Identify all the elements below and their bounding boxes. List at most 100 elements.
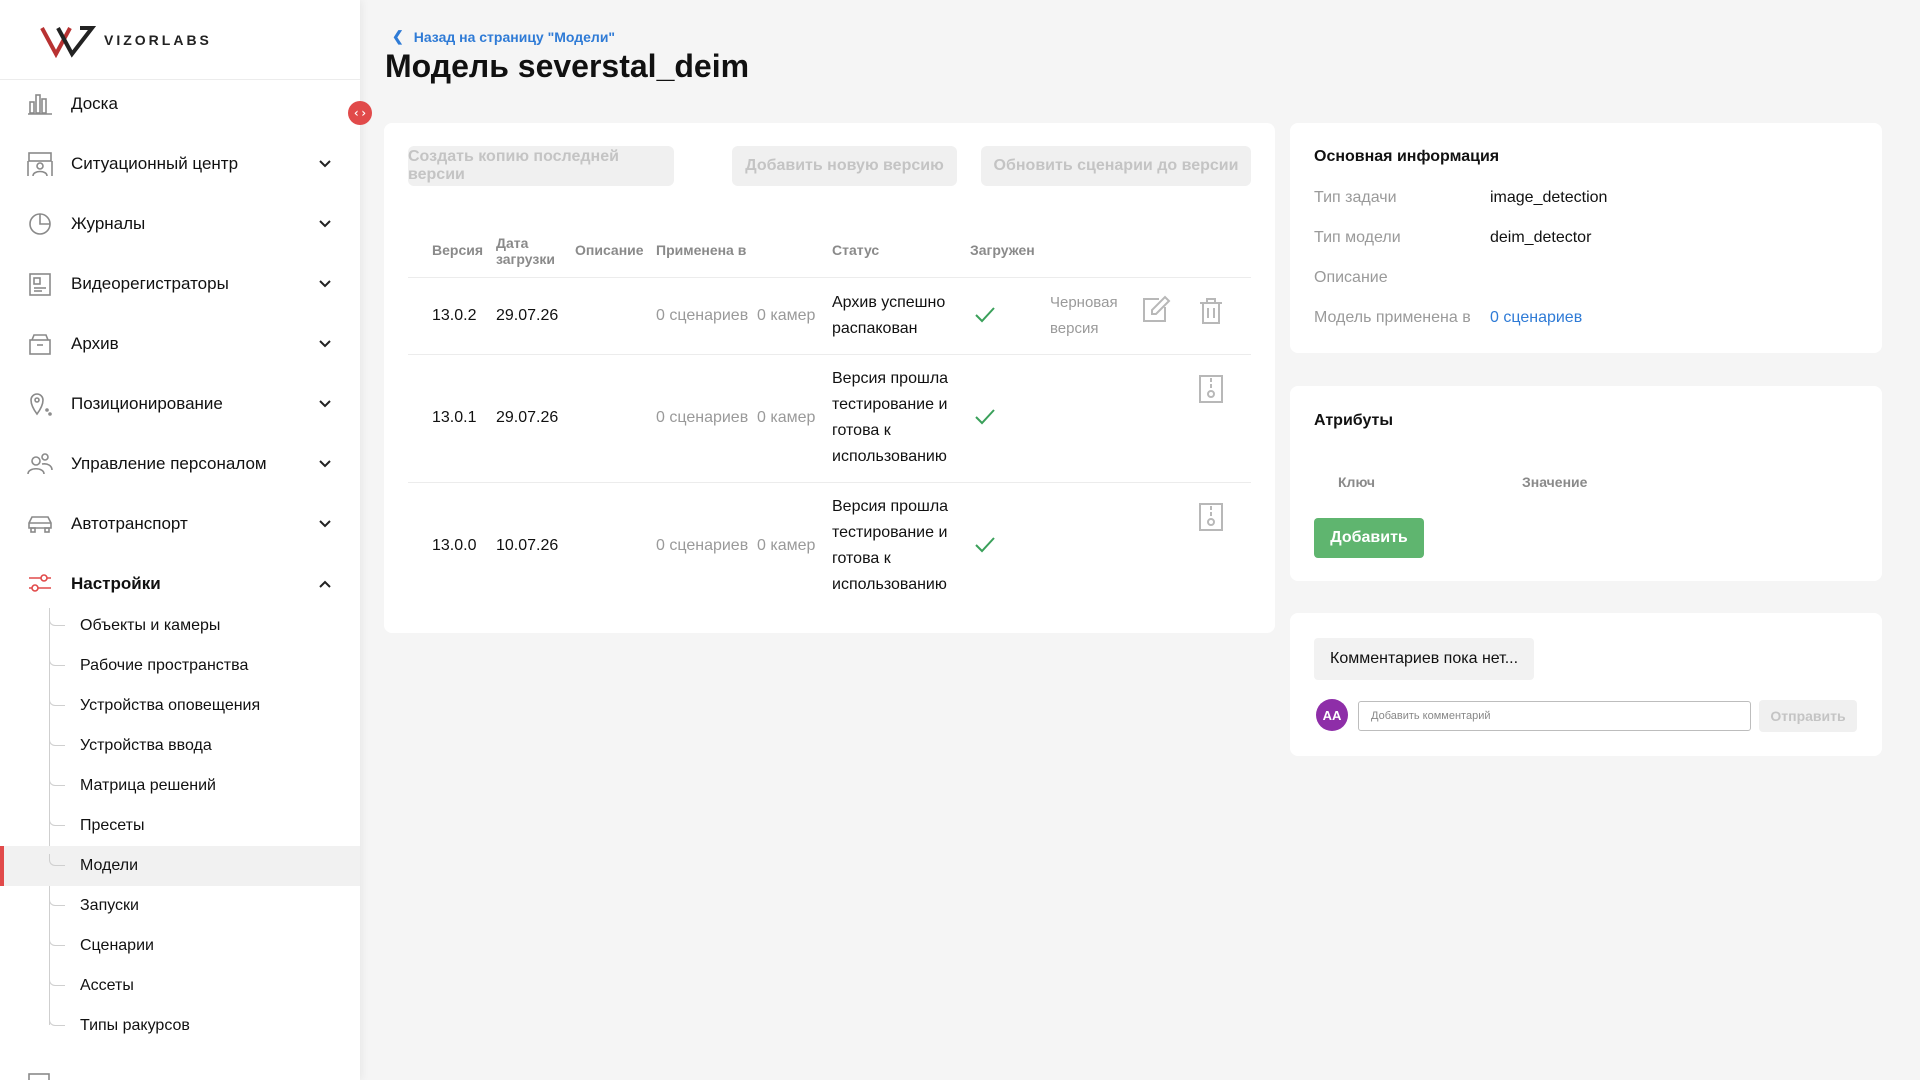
sidebar-item-label: Ситуационный центр xyxy=(71,154,239,173)
task-type-label: Тип задачи xyxy=(1314,189,1397,206)
sub-item-label: Ассеты xyxy=(80,977,134,994)
sidebar-item-label: Позиционирование xyxy=(71,394,223,413)
scenarios-cell[interactable]: 0 сценариев xyxy=(656,405,748,431)
check-icon xyxy=(975,307,995,323)
location-pin-icon xyxy=(30,393,52,416)
sidebar-item-journals[interactable]: Журналы xyxy=(0,204,360,244)
tree-branch xyxy=(49,734,65,746)
add-attribute-button[interactable]: Добавить xyxy=(1314,518,1424,558)
sidebar-collapse-button[interactable]: ‹› xyxy=(348,101,372,125)
sidebar-item-vehicles[interactable]: Автотранспорт xyxy=(0,504,360,544)
applied-in-link[interactable]: 0 сценариев xyxy=(1490,309,1582,327)
sub-item-label: Типы ракурсов xyxy=(80,1017,190,1034)
sidebar-sub-view-types[interactable]: Типы ракурсов xyxy=(0,1006,360,1046)
versions-card: Создать копию последней версии Добавить … xyxy=(384,123,1275,633)
zip-archive-icon[interactable] xyxy=(1198,502,1224,532)
cameras-cell[interactable]: 0 камер xyxy=(757,533,815,559)
sub-item-label: Рабочие пространства xyxy=(80,657,249,674)
tree-branch xyxy=(49,974,65,986)
tree-branch xyxy=(49,1014,65,1026)
sidebar-item-settings[interactable]: Настройки xyxy=(0,564,360,604)
check-icon xyxy=(975,409,995,425)
scenarios-cell[interactable]: 0 сценариев xyxy=(656,533,748,559)
sub-item-label: Сценарии xyxy=(80,937,154,954)
sidebar-item-dashboard[interactable]: Доска xyxy=(0,84,360,124)
people-icon xyxy=(27,453,53,475)
main-info-title: Основная информация xyxy=(1314,148,1500,165)
scenarios-cell[interactable]: 0 сценариев xyxy=(656,303,748,329)
pie-chart-icon xyxy=(29,213,51,235)
sidebar-sub-objects-cameras[interactable]: Объекты и камеры xyxy=(0,606,360,646)
version-cell: 13.0.2 xyxy=(432,307,477,324)
comment-input[interactable] xyxy=(1358,701,1751,731)
tree-branch xyxy=(49,854,65,866)
sidebar-sub-launches[interactable]: Запуски xyxy=(0,886,360,926)
chevron-up-icon xyxy=(319,580,331,588)
cameras-cell[interactable]: 0 камер xyxy=(757,303,815,329)
chevron-down-icon xyxy=(319,520,331,528)
status-cell: Версия прошла тестирование и готова к ис… xyxy=(832,370,949,465)
sub-item-label: Объекты и камеры xyxy=(80,617,221,634)
copy-last-version-button[interactable]: Создать копию последней версии xyxy=(408,146,674,186)
check-icon xyxy=(975,537,995,553)
sidebar-item-positioning[interactable]: Позиционирование xyxy=(0,384,360,424)
attribute-key-header: Ключ xyxy=(1338,474,1375,490)
sidebar-sub-input-devices[interactable]: Устройства ввода xyxy=(0,726,360,766)
date-cell: 29.07.26 xyxy=(496,409,559,426)
back-link[interactable]: ❮ Назад на страницу "Модели" xyxy=(392,28,615,45)
trash-icon[interactable] xyxy=(1198,297,1224,325)
update-scenarios-button[interactable]: Обновить сценарии до версии xyxy=(981,146,1251,186)
sidebar-item-label: Управление персоналом xyxy=(71,454,267,473)
description-label: Описание xyxy=(1314,269,1388,286)
attributes-title: Атрибуты xyxy=(1314,412,1394,429)
column-header-loaded: Загружен xyxy=(970,242,1035,258)
more-nav-icon xyxy=(28,1073,50,1080)
column-header-status: Статус xyxy=(832,242,880,258)
sidebar-item-archive[interactable]: Архив xyxy=(0,324,360,364)
sidebar-item-video-recorders[interactable]: Видеорегистраторы xyxy=(0,264,360,304)
column-header-upload-date: Дата загрузки xyxy=(496,235,555,267)
chevron-down-icon xyxy=(319,220,331,228)
tree-branch xyxy=(49,694,65,706)
sub-item-label: Устройства оповещения xyxy=(80,697,261,714)
monitoring-center-icon xyxy=(27,152,53,177)
add-new-version-button[interactable]: Добавить новую версию xyxy=(732,146,957,186)
applied-in-label: Модель применена в xyxy=(1314,309,1471,326)
sidebar-item-situation-center[interactable]: Ситуационный центр xyxy=(0,144,360,184)
row-divider xyxy=(408,482,1251,483)
sidebar-item-label: Доска xyxy=(71,94,118,113)
chevron-down-icon xyxy=(319,160,331,168)
sidebar-sub-decision-matrix[interactable]: Матрица решений xyxy=(0,766,360,806)
edit-icon[interactable] xyxy=(1139,293,1171,325)
sidebar-item-label: Видеорегистраторы xyxy=(71,274,229,293)
tree-branch xyxy=(49,774,65,786)
chevron-down-icon xyxy=(319,280,331,288)
sub-item-label: Устройства ввода xyxy=(80,737,212,754)
comments-card: Комментариев пока нет... AA Отправить xyxy=(1290,613,1882,756)
sidebar-item-personnel[interactable]: Управление персоналом xyxy=(0,444,360,484)
sidebar-sub-scenarios[interactable]: Сценарии xyxy=(0,926,360,966)
tree-branch xyxy=(49,814,65,826)
attribute-value-header: Значение xyxy=(1522,474,1588,490)
sidebar-sub-alert-devices[interactable]: Устройства оповещения xyxy=(0,686,360,726)
zip-archive-icon[interactable] xyxy=(1198,374,1224,404)
task-type-value: image_detection xyxy=(1490,189,1608,206)
attributes-card: Атрибуты Ключ Значение Добавить xyxy=(1290,386,1882,581)
sidebar-sub-workspaces[interactable]: Рабочие пространства xyxy=(0,646,360,686)
sidebar-item-label: Журналы xyxy=(71,214,146,233)
chart-bars-icon xyxy=(28,94,52,115)
send-comment-button[interactable]: Отправить xyxy=(1759,700,1857,732)
brand-logo[interactable]: VIZORLABS xyxy=(0,0,360,80)
sidebar-sub-models[interactable]: Модели xyxy=(0,846,360,886)
tree-branch xyxy=(49,894,65,906)
sidebar-item-label: Автотранспорт xyxy=(71,514,188,533)
cameras-cell[interactable]: 0 камер xyxy=(757,405,815,431)
sidebar-sub-presets[interactable]: Пресеты xyxy=(0,806,360,846)
tree-branch xyxy=(49,614,65,626)
column-header-version: Версия xyxy=(432,242,484,258)
tree-branch xyxy=(49,654,65,666)
sidebar-sub-assets[interactable]: Ассеты xyxy=(0,966,360,1006)
sidebar-item-label: Архив xyxy=(71,334,119,353)
sub-item-label: Запуски xyxy=(80,897,139,914)
status-cell: Архив успешно распакован xyxy=(832,294,946,337)
